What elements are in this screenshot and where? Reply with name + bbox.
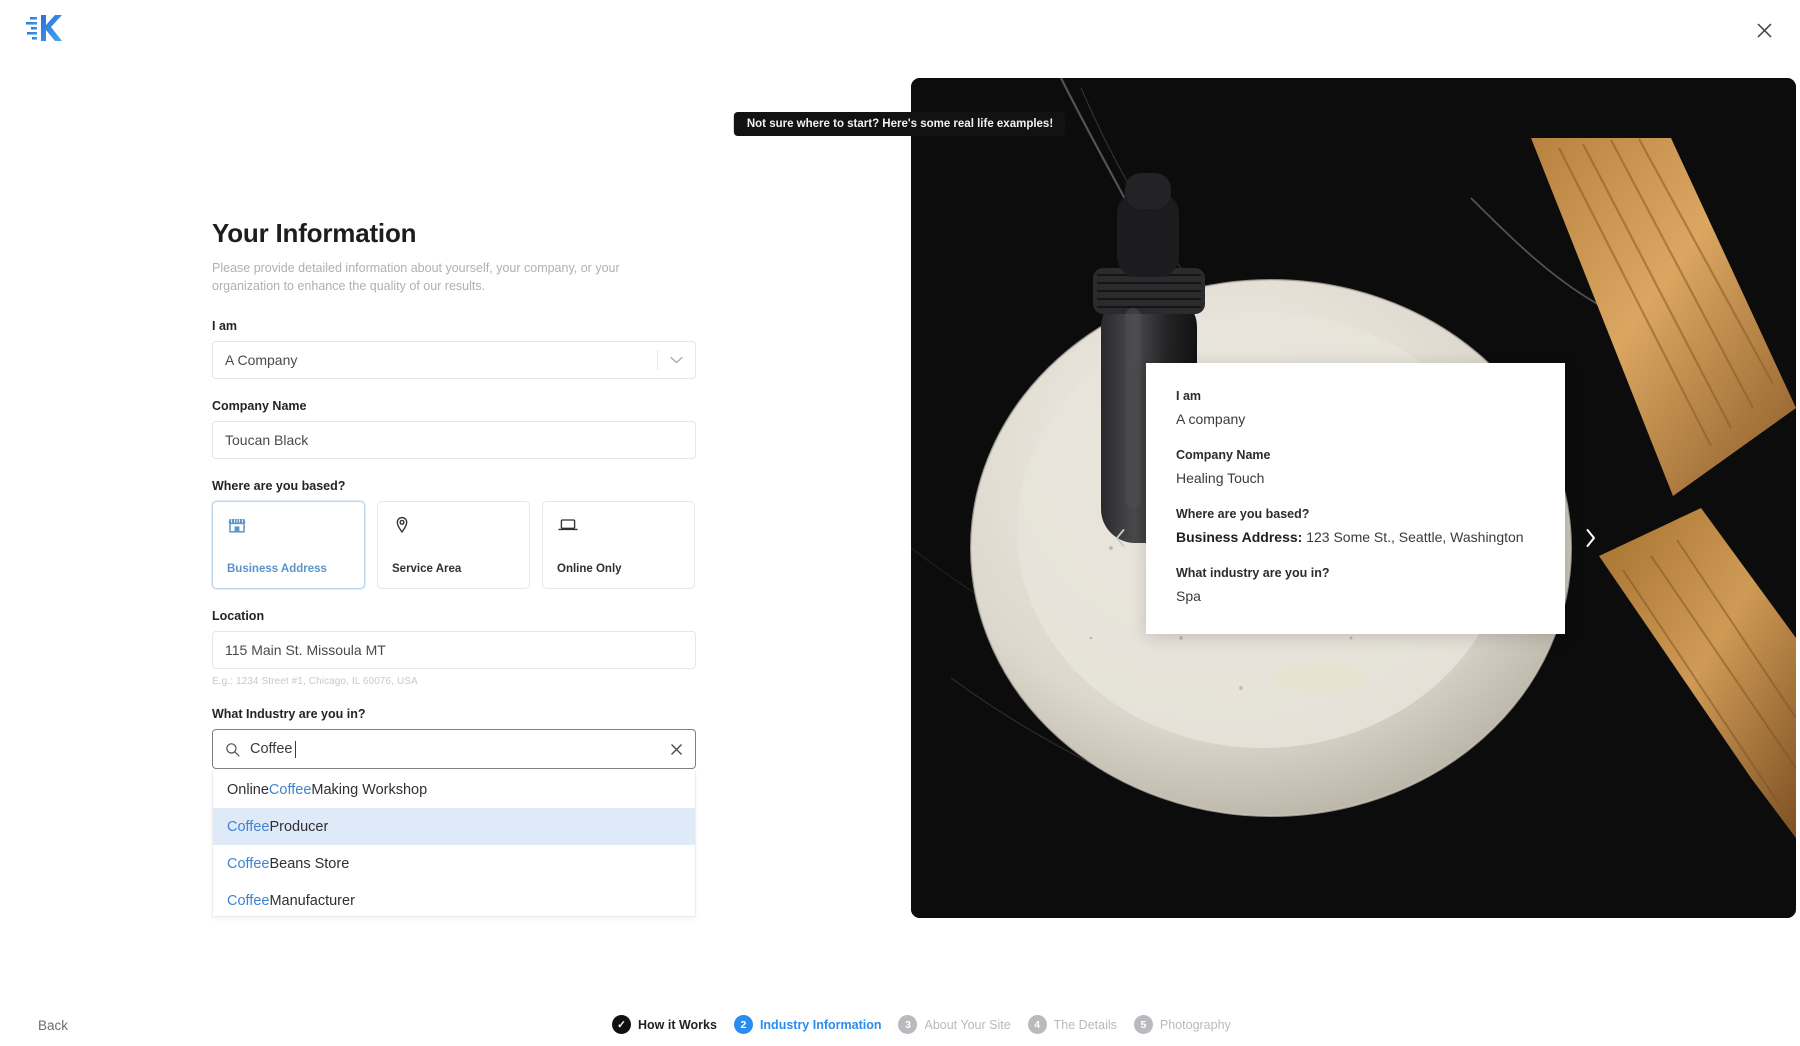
example-answer: A company (1176, 411, 1246, 427)
field-i-am: I am A Company (212, 319, 696, 380)
step-label: About Your Site (924, 1017, 1011, 1032)
step-label: How it Works (638, 1017, 717, 1032)
list-item[interactable]: Coffee Producer (213, 808, 695, 846)
step-how-it-works[interactable]: ✓ How it Works (612, 1015, 717, 1034)
option-label: Online Only (557, 563, 622, 576)
option-business-address[interactable]: Business Address (212, 501, 365, 590)
example-summary-card: I am A company Company Name Healing Touc… (1146, 363, 1565, 634)
where-based-options: Business Address Service Area Online Onl… (212, 501, 696, 590)
map-pin-icon (392, 515, 515, 539)
field-industry: What Industry are you in? Coffee Online … (212, 707, 696, 918)
suggestion-match: Coffee (227, 892, 270, 909)
company-name-input[interactable]: Toucan Black (212, 421, 696, 460)
industry-search-input[interactable]: Coffee (212, 729, 696, 770)
list-item[interactable]: Coffee Beans Store (213, 845, 695, 882)
search-icon (225, 742, 240, 757)
suggestion-match: Coffee (227, 818, 270, 835)
storefront-icon (227, 515, 350, 539)
progress-stepper: ✓ How it Works 2 Industry Information 3 … (612, 1015, 1241, 1034)
select-divider (657, 350, 658, 371)
industry-search-text: Coffee (250, 741, 293, 758)
step-label: The Details (1053, 1017, 1117, 1032)
suggestion-suffix: Making Workshop (311, 781, 428, 798)
location-value: 115 Main St. Missoula MT (225, 642, 386, 659)
text-caret (295, 740, 297, 758)
step-bullet: 2 (733, 1015, 753, 1034)
location-label: Location (212, 609, 265, 624)
step-bullet: ✓ (612, 1015, 631, 1034)
suggestion-suffix: Beans Store (269, 855, 350, 872)
example-group-i-am: I am A company (1176, 389, 1535, 429)
industry-label: What Industry are you in? (212, 707, 366, 722)
chevron-left-icon[interactable] (1105, 520, 1135, 556)
step-industry-information[interactable]: 2 Industry Information (733, 1015, 882, 1034)
i-am-value: A Company (225, 352, 298, 369)
suggestion-match: Coffee (227, 855, 270, 872)
step-the-details[interactable]: 4 The Details (1027, 1015, 1117, 1034)
location-hint: E.g.: 1234 Street #1, Chicago, IL 60076,… (212, 676, 418, 688)
industry-suggestion-list[interactable]: Online Coffee Making Workshop Coffee Pro… (212, 771, 696, 918)
option-online-only[interactable]: Online Only (542, 501, 695, 590)
back-button[interactable]: Back (38, 1018, 68, 1033)
suggestion-prefix: Online (227, 781, 269, 798)
example-question: Where are you based? (1176, 506, 1310, 521)
clear-x-icon[interactable] (670, 743, 683, 756)
location-input[interactable]: 115 Main St. Missoula MT (212, 631, 696, 670)
company-name-label: Company Name (212, 399, 307, 414)
onboarding-page: Your Information Please provide detailed… (0, 0, 1800, 1046)
industry-search-value: Coffee (250, 740, 670, 758)
step-label: Photography (1159, 1017, 1231, 1032)
chevron-right-icon[interactable] (1575, 520, 1605, 556)
example-answer-label: Business Address: (1176, 528, 1303, 545)
list-item[interactable]: Online Coffee Making Workshop (213, 771, 695, 808)
information-form: Your Information Please provide detailed… (212, 218, 696, 937)
example-answer: Healing Touch (1176, 469, 1265, 486)
step-about-your-site[interactable]: 3 About Your Site (898, 1015, 1011, 1034)
close-icon[interactable] (1746, 12, 1782, 48)
i-am-label: I am (212, 319, 238, 334)
example-group-company: Company Name Healing Touch (1176, 448, 1535, 488)
tip-banner: Not sure where to start? Here's some rea… (733, 112, 1067, 136)
field-location: Location 115 Main St. Missoula MT E.g.: … (212, 609, 696, 687)
where-based-label: Where are you based? (212, 479, 346, 494)
example-question: I am (1176, 389, 1202, 403)
example-answer-value: 123 Some St., Seattle, Washington (1302, 528, 1524, 545)
field-where-based: Where are you based? Business Address Se… (212, 479, 696, 590)
example-question: Company Name (1176, 447, 1271, 462)
suggestion-match: Coffee (268, 781, 312, 798)
page-subtitle: Please provide detailed information abou… (212, 261, 620, 294)
step-bullet: 5 (1133, 1015, 1153, 1034)
example-answer: Business Address: 123 Some St., Seattle,… (1176, 528, 1535, 547)
example-question: What industry are you in? (1176, 565, 1330, 580)
option-service-area[interactable]: Service Area (377, 501, 530, 590)
step-label: Industry Information (759, 1017, 882, 1032)
option-label: Service Area (392, 563, 462, 576)
example-answer: Spa (1176, 587, 1201, 604)
example-group-industry: What industry are you in? Spa (1176, 566, 1535, 606)
step-bullet: 3 (898, 1015, 918, 1034)
option-label: Business Address (227, 563, 327, 576)
step-bullet: 4 (1027, 1015, 1047, 1034)
field-company-name: Company Name Toucan Black (212, 399, 696, 460)
laptop-icon (557, 515, 680, 539)
kustomer-logo-icon[interactable] (22, 8, 68, 48)
chevron-down-icon[interactable] (670, 356, 683, 364)
list-item[interactable]: Coffee Manufacturer (213, 882, 695, 916)
page-title: Your Information (212, 218, 417, 248)
step-photography[interactable]: 5 Photography (1133, 1015, 1231, 1034)
suggestion-suffix: Producer (269, 818, 329, 835)
suggestion-suffix: Manufacturer (269, 892, 355, 909)
i-am-select[interactable]: A Company (212, 341, 696, 380)
company-name-value: Toucan Black (225, 432, 309, 449)
example-group-based: Where are you based? Business Address: 1… (1176, 507, 1535, 547)
